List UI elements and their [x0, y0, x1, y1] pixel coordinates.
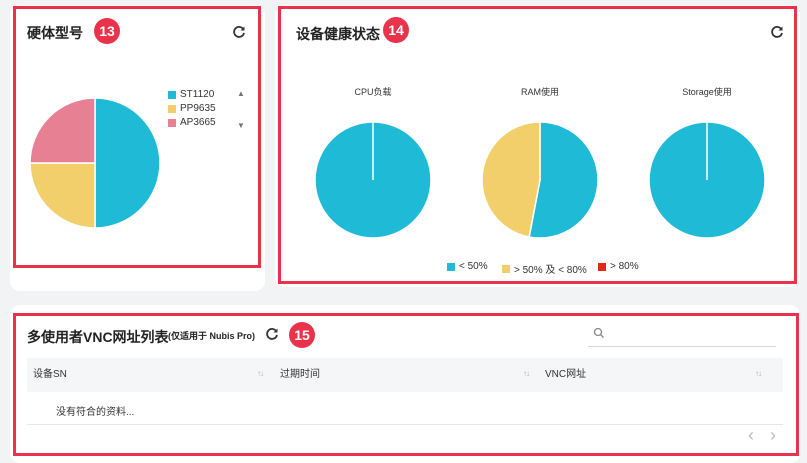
- search-input[interactable]: [610, 325, 774, 343]
- legend-label: AP3665: [180, 117, 216, 128]
- legend-label: PP9635: [180, 103, 216, 114]
- legend-swatch: [168, 90, 176, 99]
- refresh-icon[interactable]: [769, 24, 785, 40]
- pie-slice--50-80-[interactable]: [482, 122, 541, 238]
- pie-slice-pp9635[interactable]: [30, 162, 96, 228]
- legend-swatch: [598, 262, 606, 271]
- refresh-icon[interactable]: [264, 326, 280, 342]
- sort-icon[interactable]: ↑↓: [523, 369, 530, 378]
- hardware-model-pie: [30, 98, 160, 228]
- legend-item-st1120[interactable]: ST1120: [168, 89, 214, 100]
- legend-page-up-icon[interactable]: ▲: [237, 89, 245, 98]
- legend-swatch: [502, 264, 510, 273]
- table-divider: [27, 424, 783, 425]
- column-header-device-sn[interactable]: 设备SN: [33, 358, 67, 392]
- badge-15: 15: [289, 322, 315, 348]
- legend-swatch: [447, 262, 455, 271]
- refresh-icon[interactable]: [231, 24, 247, 40]
- legend-item-ap3665[interactable]: AP3665: [168, 117, 216, 128]
- legend-label: ST1120: [180, 89, 215, 100]
- pie-slice-ap3665[interactable]: [30, 98, 96, 164]
- device-health-title: 设备健康状态: [296, 26, 380, 42]
- cpu-pie: [315, 122, 431, 238]
- prev-page-icon[interactable]: ‹: [748, 425, 754, 446]
- ram-pie-label: RAM使用: [521, 87, 559, 97]
- column-header-expiry-time[interactable]: 过期时间: [280, 358, 320, 392]
- legend-item-50-to-80[interactable]: > 50% 及 < 80%: [502, 261, 587, 276]
- badge-13: 13: [94, 18, 120, 44]
- storage-pie: [649, 122, 765, 238]
- sort-icon[interactable]: ↑↓: [257, 369, 264, 378]
- column-header-vnc-url[interactable]: VNC网址: [545, 358, 586, 392]
- ram-pie: [482, 122, 598, 238]
- legend-item-below-50[interactable]: < 50%: [447, 261, 488, 272]
- hardware-model-title: 硬体型号: [27, 25, 83, 41]
- legend-swatch: [168, 118, 176, 127]
- legend-label: < 50%: [459, 261, 488, 272]
- search-box[interactable]: [588, 322, 776, 347]
- empty-table-message: 没有符合的资料...: [56, 407, 135, 418]
- legend-label: > 50% 及 < 80%: [514, 265, 587, 276]
- search-icon: [593, 327, 604, 338]
- next-page-icon[interactable]: ›: [770, 425, 776, 446]
- badge-14: 14: [383, 17, 409, 43]
- legend-item-above-80[interactable]: > 80%: [598, 261, 639, 272]
- sort-icon[interactable]: ↑↓: [755, 369, 762, 378]
- pie-slice-st1120[interactable]: [94, 98, 160, 228]
- storage-pie-label: Storage使用: [682, 87, 732, 97]
- cpu-pie-label: CPU负载: [354, 87, 392, 97]
- legend-label: > 80%: [610, 261, 639, 272]
- legend-page-down-icon[interactable]: ▼: [237, 121, 245, 130]
- legend-item-pp9635[interactable]: PP9635: [168, 103, 216, 114]
- vnc-list-subtitle: (仅适用于 Nubis Pro): [168, 331, 255, 341]
- table-header: 设备SN ↑↓ 过期时间 ↑↓ VNC网址 ↑↓: [27, 358, 783, 392]
- vnc-list-title: 多使用者VNC网址列表: [27, 329, 169, 345]
- legend-swatch: [168, 104, 176, 113]
